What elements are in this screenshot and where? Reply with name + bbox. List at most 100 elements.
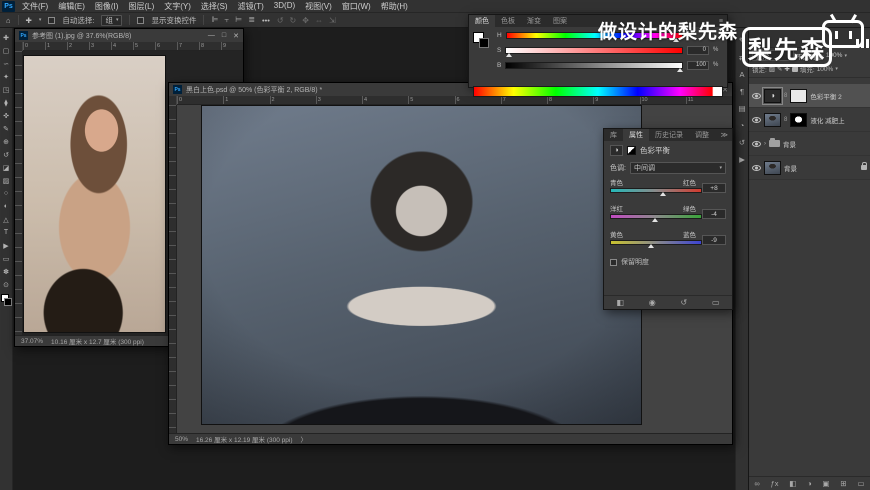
lock-all-icon[interactable] (792, 67, 798, 72)
background-color-swatch[interactable] (479, 38, 489, 48)
layer-thumbnail[interactable] (764, 113, 781, 127)
saturation-slider[interactable] (505, 47, 683, 54)
tone-dropdown[interactable]: 中间调 ▾ (630, 162, 726, 174)
quick-select-tool[interactable]: ✦ (0, 70, 13, 83)
group-folder-icon[interactable] (769, 140, 780, 147)
layer-thumbnail[interactable] (764, 161, 781, 175)
libraries-panel-icon[interactable]: ▤ (736, 100, 749, 117)
eyedropper-tool[interactable]: ⧫ (0, 96, 13, 109)
dodge-tool[interactable]: ◐ (0, 200, 13, 213)
layer-mask-thumbnail[interactable] (790, 89, 807, 103)
clip-to-layer-icon[interactable]: ◧ (616, 298, 624, 307)
saturation-value[interactable]: 0 (687, 46, 709, 55)
brightness-slider[interactable] (505, 62, 683, 69)
background-color-swatch[interactable] (4, 298, 12, 306)
layer-row-group[interactable]: › 背景 (749, 132, 870, 156)
move-tool-icon[interactable]: ✚ (26, 16, 32, 25)
reset-icon[interactable]: ↺ (681, 298, 688, 307)
cyan-red-value[interactable]: +8 (702, 183, 726, 193)
zoom-level[interactable]: 37.07% (21, 338, 43, 345)
brush-tool[interactable]: ✎ (0, 122, 13, 135)
blur-tool[interactable]: ○ (0, 187, 13, 200)
path-select-tool[interactable]: ▶ (0, 239, 13, 252)
distribute-icon[interactable]: ≣ (248, 15, 255, 25)
panel-menu-icon[interactable]: ≡ (719, 15, 727, 27)
visibility-eye-icon[interactable] (752, 93, 761, 99)
collapse-panel-icon[interactable]: ≫ (721, 129, 732, 141)
brush-settings-panel-icon[interactable]: ✎ (736, 32, 749, 49)
history-brush-tool[interactable]: ↺ (0, 148, 13, 161)
tab-patterns[interactable]: 图案 (547, 15, 573, 27)
close-button[interactable]: ✕ (233, 32, 239, 40)
maximize-button[interactable]: □ (222, 32, 226, 40)
move-tool[interactable]: ✚ (0, 31, 13, 44)
lock-transparency-icon[interactable]: ▨ (769, 65, 775, 73)
expand-group-icon[interactable]: › (764, 141, 766, 147)
chevron-down-icon[interactable]: ▾ (835, 66, 838, 72)
healing-brush-tool[interactable]: ✜ (0, 109, 13, 122)
history-panel-icon[interactable]: ↺ (736, 134, 749, 151)
auto-select-dropdown[interactable]: 组 ▾ (101, 15, 122, 26)
gradient-tool[interactable]: ▨ (0, 174, 13, 187)
paragraph-panel-icon[interactable]: ¶ (736, 83, 749, 100)
layer-row-color-balance[interactable]: ◑ 8 色彩平衡 2 (749, 84, 870, 108)
visibility-eye-icon[interactable] (752, 165, 761, 171)
preserve-luminosity-checkbox[interactable] (610, 259, 617, 266)
chevron-down-icon[interactable]: ▾ (39, 17, 42, 23)
tab-color[interactable]: 颜色 (469, 15, 495, 27)
lock-pixels-icon[interactable]: ✎ (777, 65, 782, 73)
layer-mask-thumbnail[interactable] (790, 113, 807, 127)
auto-select-checkbox[interactable] (48, 17, 55, 24)
yellow-blue-slider[interactable]: 黄色 蓝色 -9 (604, 228, 732, 254)
cyan-red-slider[interactable]: 青色 红色 +8 (604, 176, 732, 202)
color-swatches[interactable] (0, 294, 13, 308)
minimize-button[interactable]: — (208, 32, 215, 40)
tab-adjustments[interactable]: 调整 (689, 129, 715, 141)
lasso-tool[interactable]: ∽ (0, 57, 13, 70)
align-right-icon[interactable]: ⊨ (235, 15, 242, 25)
layer-row-liquify[interactable]: 8 液化 减肥上 (749, 108, 870, 132)
adjustment-layer-thumbnail[interactable]: ◑ (764, 89, 781, 103)
type-tool[interactable]: T (0, 226, 13, 239)
color-spectrum-ramp[interactable] (473, 86, 723, 97)
tab-history[interactable]: 历史记录 (649, 129, 689, 141)
shape-tool[interactable]: ▭ (0, 252, 13, 265)
marquee-tool[interactable]: ▢ (0, 44, 13, 57)
hand-tool[interactable]: ✽ (0, 265, 13, 278)
align-left-icon[interactable]: ⊫ (211, 15, 218, 25)
visibility-eye-icon[interactable] (752, 117, 761, 123)
crop-tool[interactable]: ◳ (0, 83, 13, 96)
visibility-eye-icon[interactable]: ◉ (649, 298, 656, 307)
show-transform-checkbox[interactable] (137, 17, 144, 24)
layer-name[interactable]: 色彩平衡 2 (810, 91, 841, 101)
add-mask-icon[interactable]: ◧ (789, 479, 796, 488)
zoom-tool[interactable]: ⊙ (0, 278, 13, 291)
opacity-value[interactable]: 100% (826, 52, 843, 59)
clone-stamp-tool[interactable]: ⊕ (0, 135, 13, 148)
fill-value[interactable]: 100% (817, 66, 834, 73)
magenta-green-value[interactable]: -4 (702, 209, 726, 219)
tab-swatches[interactable]: 色板 (495, 15, 521, 27)
info-panel-icon[interactable]: ◔ (736, 117, 749, 134)
new-group-icon[interactable]: ▣ (822, 479, 829, 488)
more-options-button[interactable]: ••• (262, 16, 270, 25)
panel-color-swatches[interactable] (473, 32, 493, 52)
edited-photo[interactable] (201, 105, 642, 425)
layer-name[interactable]: 背景 (784, 163, 797, 173)
swap-panel-icon[interactable]: ⇄ (736, 49, 749, 66)
lock-position-icon[interactable]: ✚ (784, 65, 789, 73)
tab-libraries[interactable]: 库 (604, 129, 623, 141)
magenta-green-slider[interactable]: 洋红 绿色 -4 (604, 202, 732, 228)
zoom-level[interactable]: 50% (175, 436, 188, 443)
new-layer-icon[interactable]: ⊞ (840, 479, 846, 488)
layer-row-background[interactable]: 背景 (749, 156, 870, 180)
delete-layer-icon[interactable]: ▭ (857, 479, 864, 488)
status-chevron-icon[interactable]: 〉 (300, 434, 307, 444)
chevron-down-icon[interactable]: ▾ (844, 53, 847, 59)
tab-properties[interactable]: 属性 (623, 129, 649, 141)
link-layers-icon[interactable]: ∞ (754, 479, 759, 488)
home-icon[interactable]: ⌂ (6, 16, 11, 25)
hue-slider[interactable] (506, 32, 683, 39)
pen-tool[interactable]: △ (0, 213, 13, 226)
layer-name[interactable]: 背景 (783, 139, 796, 149)
